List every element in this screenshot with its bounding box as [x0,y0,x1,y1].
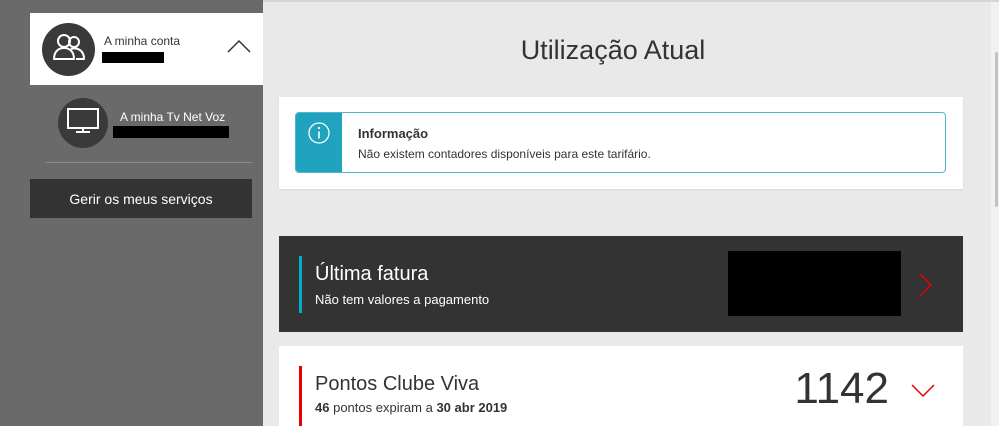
people-icon [52,32,86,67]
chevron-up-icon[interactable] [227,39,251,58]
invoice-value-redacted [728,251,901,316]
sidebar: A minha conta A minha Tv Net Voz Gerir o… [0,0,263,426]
points-card[interactable]: Pontos Clube Viva 46 pontos expiram a 30… [279,346,963,426]
info-alert: Informação Não existem contadores dispon… [295,112,946,173]
info-text: Não existem contadores disponíveis para … [358,147,651,161]
invoice-title: Última fatura [315,263,429,285]
expiry-date: 30 abr 2019 [436,400,508,415]
account-number-redacted [102,52,164,63]
manage-services-button[interactable]: Gerir os meus serviços [30,179,252,218]
invoice-subtitle: Não tem valores a pagamento [315,292,490,307]
tv-icon [66,107,100,140]
expiry-text: pontos expiram a [333,400,433,415]
points-value: 1142 [794,364,889,413]
last-invoice-card[interactable]: Última fatura Não tem valores a pagament… [279,236,963,332]
info-title: Informação [358,126,429,141]
info-icon [307,121,331,150]
points-expiry: 46 pontos expiram a 30 abr 2019 [315,400,507,415]
account-name: A minha conta [104,34,181,48]
service-number-redacted [113,126,229,138]
points-title: Pontos Clube Viva [315,373,480,395]
scrollbar-thumb[interactable] [995,52,998,207]
service-avatar [58,98,108,148]
account-selector[interactable]: A minha conta [30,13,263,85]
info-icon-area [296,113,342,172]
account-avatar [42,23,95,76]
service-item-tv-net-voz[interactable]: A minha Tv Net Voz [58,98,263,152]
chevron-down-icon[interactable] [911,384,935,403]
sidebar-divider [45,162,252,163]
page-title: Utilização Atual [520,35,706,65]
expiring-points: 46 [315,400,330,415]
points-accent-bar [299,366,302,426]
info-card: Informação Não existem contadores dispon… [279,97,963,189]
service-name: A minha Tv Net Voz [120,110,226,124]
chevron-right-icon[interactable] [918,273,933,302]
invoice-accent-bar [299,256,302,313]
